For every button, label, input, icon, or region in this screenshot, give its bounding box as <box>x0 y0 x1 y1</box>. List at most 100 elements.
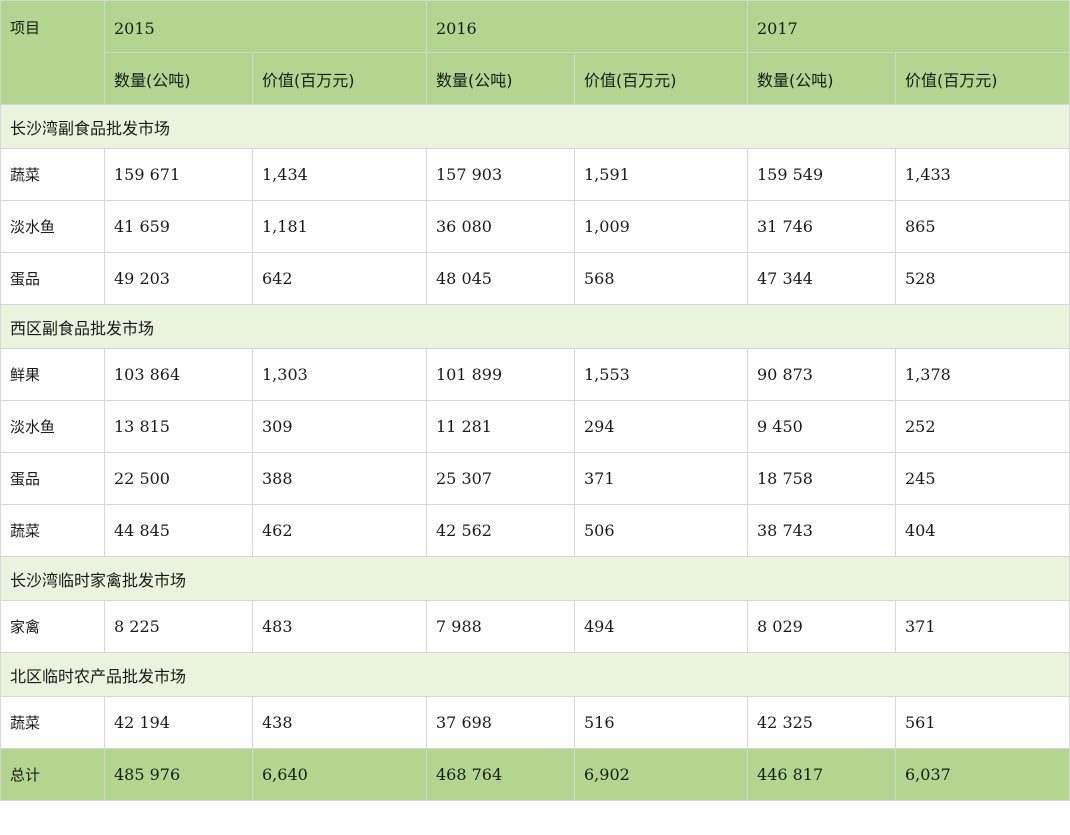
total-qty-2015: 485 976 <box>104 748 253 801</box>
section-row: 长沙湾副食品批发市场 <box>0 104 1070 149</box>
header-qty-2017: 数量(公吨) <box>747 52 896 105</box>
cell-val-2017: 1,433 <box>895 148 1070 201</box>
cell-val-2015: 309 <box>252 400 427 453</box>
cell-qty-2016: 36 080 <box>426 200 575 253</box>
table-row: 鲜果 103 864 1,303 101 899 1,553 90 873 1,… <box>0 348 1070 401</box>
header-year-2015: 2015 <box>104 0 427 53</box>
header-year-2016: 2016 <box>426 0 748 53</box>
header-val-2015: 价值(百万元) <box>252 52 427 105</box>
cell-qty-2016: 42 562 <box>426 504 575 557</box>
cell-qty-2016: 48 045 <box>426 252 575 305</box>
total-val-2015: 6,640 <box>252 748 427 801</box>
table-row: 淡水鱼 41 659 1,181 36 080 1,009 31 746 865 <box>0 200 1070 253</box>
header-qty-2016: 数量(公吨) <box>426 52 575 105</box>
cell-qty-2015: 22 500 <box>104 452 253 505</box>
header-year-2017: 2017 <box>747 0 1070 53</box>
cell-val-2015: 1,181 <box>252 200 427 253</box>
table-row: 蔬菜 42 194 438 37 698 516 42 325 561 <box>0 696 1070 749</box>
cell-qty-2016: 7 988 <box>426 600 575 653</box>
cell-val-2017: 245 <box>895 452 1070 505</box>
cell-val-2016: 516 <box>574 696 748 749</box>
cell-qty-2015: 44 845 <box>104 504 253 557</box>
cell-qty-2016: 11 281 <box>426 400 575 453</box>
cell-val-2016: 1,591 <box>574 148 748 201</box>
cell-val-2016: 506 <box>574 504 748 557</box>
cell-val-2017: 371 <box>895 600 1070 653</box>
table-row: 蔬菜 159 671 1,434 157 903 1,591 159 549 1… <box>0 148 1070 201</box>
section-title: 长沙湾副食品批发市场 <box>0 104 1070 149</box>
row-item: 蔬菜 <box>0 504 105 557</box>
cell-val-2017: 252 <box>895 400 1070 453</box>
total-qty-2017: 446 817 <box>747 748 896 801</box>
cell-qty-2017: 159 549 <box>747 148 896 201</box>
table-row: 蔬菜 44 845 462 42 562 506 38 743 404 <box>0 504 1070 557</box>
section-title: 西区副食品批发市场 <box>0 304 1070 349</box>
cell-val-2015: 1,434 <box>252 148 427 201</box>
cell-val-2017: 1,378 <box>895 348 1070 401</box>
row-item: 蛋品 <box>0 452 105 505</box>
cell-val-2017: 404 <box>895 504 1070 557</box>
total-val-2016: 6,902 <box>574 748 748 801</box>
total-row: 总计 485 976 6,640 468 764 6,902 446 817 6… <box>0 748 1070 801</box>
market-table: 项目 2015 2016 2017 数量(公吨) 价值(百万元) 数量(公吨) … <box>0 0 1070 801</box>
section-title: 长沙湾临时家禽批发市场 <box>0 556 1070 601</box>
cell-val-2015: 388 <box>252 452 427 505</box>
row-item: 家禽 <box>0 600 105 653</box>
cell-val-2016: 1,553 <box>574 348 748 401</box>
section-row: 西区副食品批发市场 <box>0 304 1070 349</box>
cell-qty-2017: 42 325 <box>747 696 896 749</box>
cell-qty-2017: 8 029 <box>747 600 896 653</box>
cell-qty-2015: 41 659 <box>104 200 253 253</box>
cell-qty-2015: 49 203 <box>104 252 253 305</box>
header-val-2016: 价值(百万元) <box>574 52 748 105</box>
cell-qty-2016: 37 698 <box>426 696 575 749</box>
cell-qty-2015: 42 194 <box>104 696 253 749</box>
table-row: 蛋品 22 500 388 25 307 371 18 758 245 <box>0 452 1070 505</box>
table-row: 家禽 8 225 483 7 988 494 8 029 371 <box>0 600 1070 653</box>
cell-qty-2017: 90 873 <box>747 348 896 401</box>
cell-val-2017: 865 <box>895 200 1070 253</box>
cell-val-2016: 494 <box>574 600 748 653</box>
cell-qty-2016: 25 307 <box>426 452 575 505</box>
row-item: 蔬菜 <box>0 696 105 749</box>
section-title: 北区临时农产品批发市场 <box>0 652 1070 697</box>
total-label: 总计 <box>0 748 105 801</box>
row-item: 蛋品 <box>0 252 105 305</box>
cell-qty-2017: 47 344 <box>747 252 896 305</box>
total-val-2017: 6,037 <box>895 748 1070 801</box>
table-row: 蛋品 49 203 642 48 045 568 47 344 528 <box>0 252 1070 305</box>
row-item: 鲜果 <box>0 348 105 401</box>
cell-qty-2017: 18 758 <box>747 452 896 505</box>
cell-qty-2016: 157 903 <box>426 148 575 201</box>
cell-val-2017: 561 <box>895 696 1070 749</box>
cell-val-2015: 438 <box>252 696 427 749</box>
cell-val-2016: 568 <box>574 252 748 305</box>
table-row: 淡水鱼 13 815 309 11 281 294 9 450 252 <box>0 400 1070 453</box>
section-row: 长沙湾临时家禽批发市场 <box>0 556 1070 601</box>
total-qty-2016: 468 764 <box>426 748 575 801</box>
cell-val-2015: 483 <box>252 600 427 653</box>
row-item: 淡水鱼 <box>0 400 105 453</box>
header-qty-2015: 数量(公吨) <box>104 52 253 105</box>
cell-qty-2015: 103 864 <box>104 348 253 401</box>
cell-val-2015: 642 <box>252 252 427 305</box>
header-year-row: 项目 2015 2016 2017 <box>0 0 1070 105</box>
row-item: 蔬菜 <box>0 148 105 201</box>
row-item: 淡水鱼 <box>0 200 105 253</box>
cell-val-2015: 1,303 <box>252 348 427 401</box>
header-item-cell: 项目 <box>0 0 105 105</box>
cell-qty-2015: 8 225 <box>104 600 253 653</box>
cell-qty-2017: 9 450 <box>747 400 896 453</box>
header-val-2017: 价值(百万元) <box>895 52 1070 105</box>
cell-val-2017: 528 <box>895 252 1070 305</box>
cell-val-2016: 1,009 <box>574 200 748 253</box>
cell-val-2016: 371 <box>574 452 748 505</box>
cell-qty-2015: 159 671 <box>104 148 253 201</box>
cell-val-2015: 462 <box>252 504 427 557</box>
cell-qty-2015: 13 815 <box>104 400 253 453</box>
header-sub-row: 数量(公吨) 价值(百万元) 数量(公吨) 价值(百万元) 数量(公吨) 价值(… <box>1 52 1070 105</box>
cell-qty-2017: 31 746 <box>747 200 896 253</box>
section-row: 北区临时农产品批发市场 <box>0 652 1070 697</box>
cell-qty-2016: 101 899 <box>426 348 575 401</box>
cell-qty-2017: 38 743 <box>747 504 896 557</box>
